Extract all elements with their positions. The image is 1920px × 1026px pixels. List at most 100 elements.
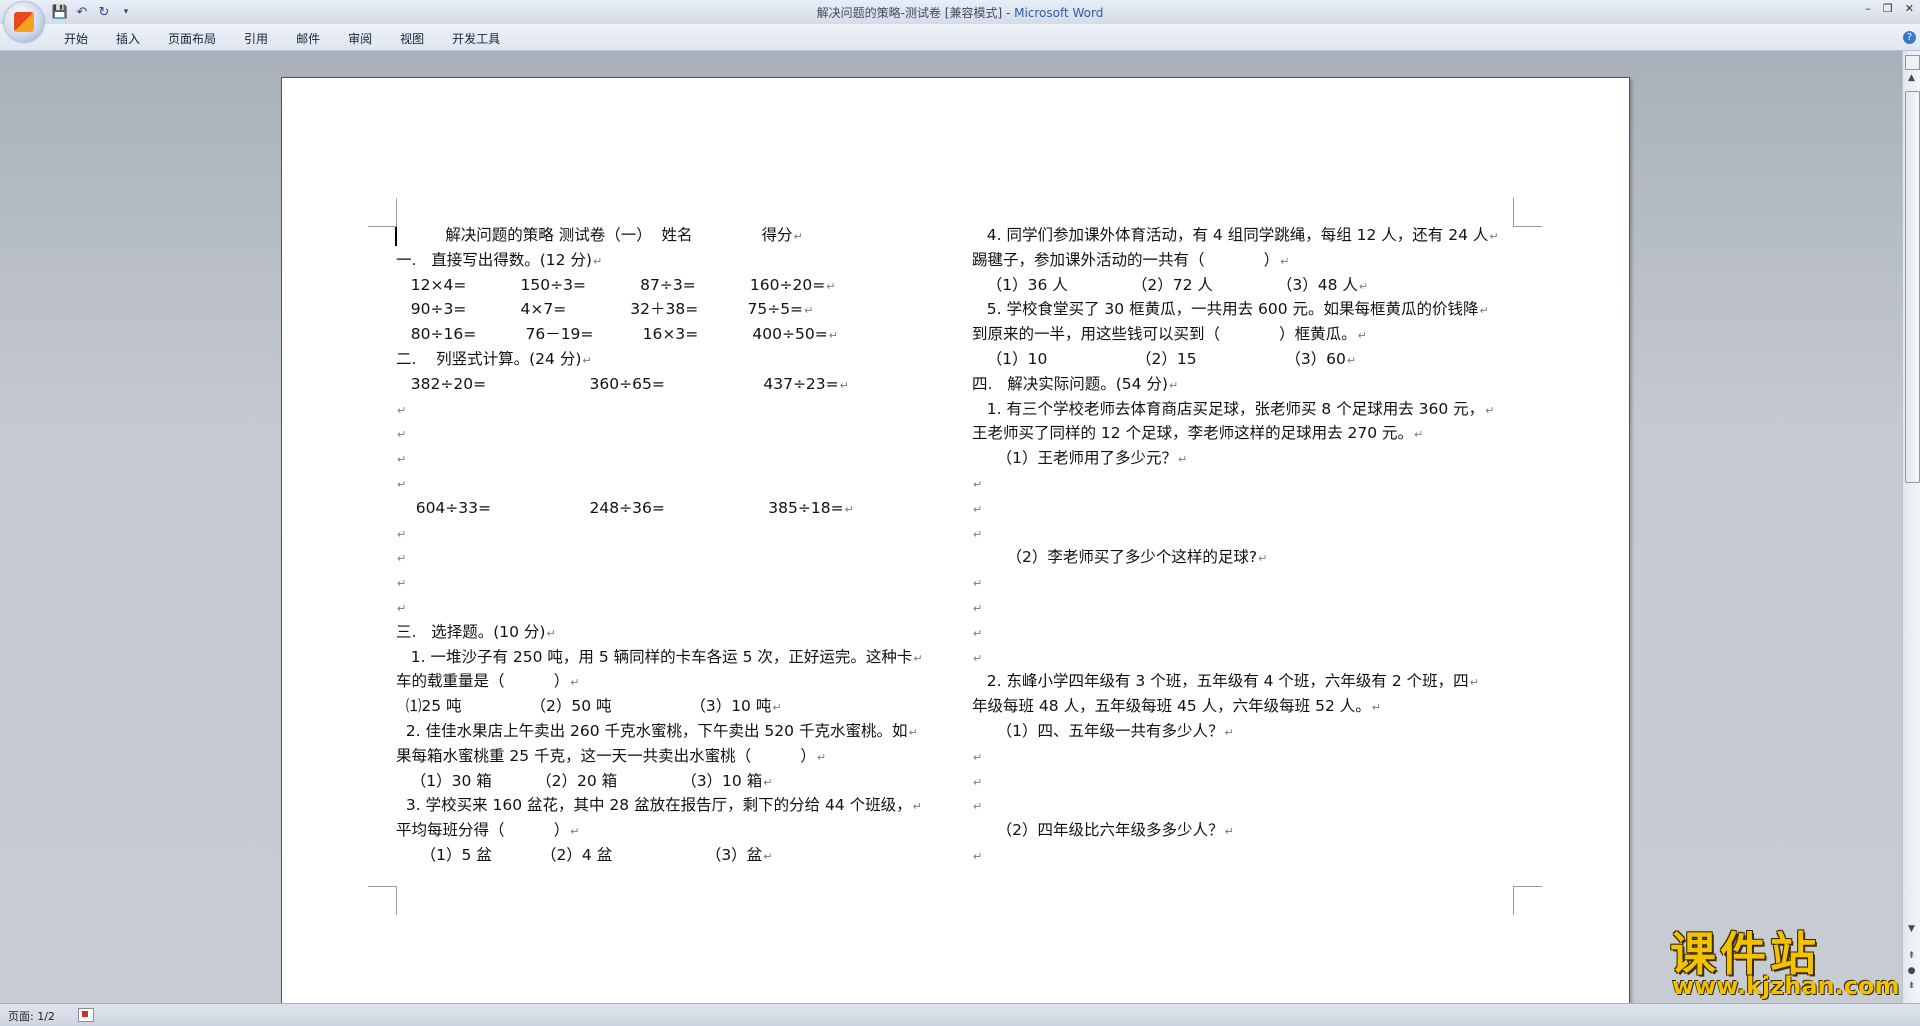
document-line[interactable]: ↵: [972, 769, 1527, 794]
document-line[interactable]: ↵: [396, 545, 951, 570]
line-text: （1）5 盆 （2）4 盆 （3）盆: [396, 845, 763, 864]
document-line[interactable]: 12×4= 150÷3= 87÷3= 160÷20=↵: [396, 273, 951, 298]
document-line[interactable]: ↵: [972, 471, 1527, 496]
document-line[interactable]: （2）李老师买了多少个这样的足球?↵: [972, 545, 1527, 570]
minimize-icon[interactable]: –: [1865, 2, 1871, 15]
document-line[interactable]: 二. 列竖式计算。(24 分)↵: [396, 347, 951, 372]
document-line[interactable]: 三. 选择题。(10 分)↵: [396, 620, 951, 645]
document-line[interactable]: ↵: [972, 843, 1527, 868]
document-line[interactable]: ↵: [972, 521, 1527, 546]
document-line[interactable]: ↵: [396, 471, 951, 496]
line-text: 二. 列竖式计算。(24 分): [396, 349, 582, 368]
tab-references[interactable]: 引用: [230, 30, 282, 47]
line-text: 四. 解决实际问题。(54 分): [972, 374, 1168, 393]
line-text: 果每箱水蜜桃重 25 千克，这一天一共卖出水蜜桃（ ）: [396, 746, 816, 765]
document-page[interactable]: 解决问题的策略 测试卷（一） 姓名 得分↵ 一. 直接写出得数。(12 分)↵ 1…: [281, 77, 1630, 1009]
document-line[interactable]: 果每箱水蜜桃重 25 千克，这一天一共卖出水蜜桃（ ）↵: [396, 744, 951, 769]
document-line[interactable]: 车的载重量是（ ）↵: [396, 669, 951, 694]
document-line[interactable]: 年级每班 48 人，五年级每班 45 人，六年级每班 52 人。↵: [972, 694, 1527, 719]
tab-mailings[interactable]: 邮件: [282, 30, 334, 47]
paragraph-mark-icon: ↵: [793, 230, 803, 243]
document-line[interactable]: ↵: [396, 446, 951, 471]
document-line[interactable]: 382÷20= 360÷65= 437÷23=↵: [396, 372, 951, 397]
tab-insert[interactable]: 插入: [102, 30, 154, 47]
document-line[interactable]: 4. 同学们参加课外体育活动，有 4 组同学跳绳，每组 12 人，还有 24 人…: [972, 223, 1527, 248]
document-line[interactable]: 80÷16= 76－19= 16×3= 400÷50=↵: [396, 322, 951, 347]
paragraph-mark-icon: ↵: [804, 304, 814, 318]
crop-mark-bottom-right: [1513, 886, 1542, 915]
document-line[interactable]: 解决问题的策略 测试卷（一） 姓名 得分↵: [396, 223, 951, 248]
line-text: （1）四、五年级一共有多少人？: [972, 721, 1224, 740]
document-line[interactable]: （1）王老师用了多少元？↵: [972, 446, 1527, 471]
document-line[interactable]: （1）36 人 （2）72 人 （3）48 人↵: [972, 273, 1527, 298]
paragraph-mark-icon: ↵: [397, 577, 407, 591]
vertical-scrollbar[interactable]: ▲ ▼ ⇞ ● ⇟: [1902, 51, 1920, 1003]
document-line[interactable]: （1）30 箱 （2）20 箱 （3）10 箱↵: [396, 769, 951, 794]
tab-review[interactable]: 审阅: [334, 30, 386, 47]
document-line[interactable]: 90÷3= 4×7= 32＋38= 75÷5=↵: [396, 297, 951, 322]
line-text: 一. 直接写出得数。(12 分): [396, 250, 592, 269]
help-icon[interactable]: ?: [1903, 31, 1916, 44]
document-line[interactable]: 王老师买了同样的 12 个足球，李老师这样的足球用去 270 元。↵: [972, 421, 1527, 446]
document-line[interactable]: 2. 佳佳水果店上午卖出 260 千克水蜜桃，下午卖出 520 千克水蜜桃。如↵: [396, 719, 951, 744]
ribbon-tabs: 开始 插入 页面布局 引用 邮件 审阅 视图 开发工具: [50, 30, 514, 47]
view-ruler-icon[interactable]: [1905, 55, 1920, 70]
document-line[interactable]: 3. 学校买来 160 盆花，其中 28 盆放在报告厅，剩下的分给 44 个班级…: [396, 793, 951, 818]
document-line[interactable]: （1）10 （2）15 （3）60↵: [972, 347, 1527, 372]
document-line[interactable]: ↵: [972, 793, 1527, 818]
document-line[interactable]: ↵: [972, 595, 1527, 620]
document-line[interactable]: 平均每班分得（ ）↵: [396, 818, 951, 843]
document-line[interactable]: 四. 解决实际问题。(54 分)↵: [972, 372, 1527, 397]
tab-view[interactable]: 视图: [386, 30, 438, 47]
paragraph-mark-icon: ↵: [570, 825, 580, 839]
document-line[interactable]: 604÷33= 248÷36= 385÷18=↵: [396, 496, 951, 521]
paragraph-mark-icon: ↵: [1178, 453, 1188, 467]
document-line[interactable]: 踢毽子，参加课外活动的一共有（ ）↵: [972, 248, 1527, 273]
line-text: 王老师买了同样的 12 个足球，李老师这样的足球用去 270 元。: [972, 424, 1414, 443]
office-button[interactable]: [4, 2, 44, 42]
document-line[interactable]: ↵: [972, 570, 1527, 595]
tab-home[interactable]: 开始: [50, 30, 102, 47]
scroll-up-icon[interactable]: ▲: [1905, 73, 1918, 87]
document-line[interactable]: ↵: [396, 521, 951, 546]
document-line[interactable]: ↵: [972, 744, 1527, 769]
paragraph-mark-icon: ↵: [1371, 701, 1381, 715]
document-line[interactable]: 一. 直接写出得数。(12 分)↵: [396, 248, 951, 273]
document-line[interactable]: （1）四、五年级一共有多少人？↵: [972, 719, 1527, 744]
document-line[interactable]: ⑴25 吨 （2）50 吨 （3）10 吨↵: [396, 694, 951, 719]
line-text: 踢毽子，参加课外活动的一共有（ ）: [972, 250, 1280, 269]
paragraph-mark-icon: ↵: [913, 651, 923, 665]
paragraph-mark-icon: ↵: [973, 651, 983, 665]
document-line[interactable]: ↵: [972, 645, 1527, 670]
document-line[interactable]: （2）四年级比六年级多多少人？↵: [972, 818, 1527, 843]
document-line[interactable]: ↵: [396, 595, 951, 620]
paragraph-mark-icon: ↵: [973, 626, 983, 640]
paragraph-mark-icon: ↵: [973, 849, 983, 863]
paragraph-mark-icon: ↵: [763, 849, 773, 863]
document-line[interactable]: 1. 有三个学校老师去体育商店买足球，张老师买 8 个足球用去 360 元，↵: [972, 397, 1527, 422]
watermark: 课件站 www.kjzhan.com: [1658, 918, 1920, 1008]
scroll-thumb[interactable]: [1905, 91, 1920, 483]
document-line[interactable]: ↵: [396, 421, 951, 446]
tab-developer[interactable]: 开发工具: [438, 30, 514, 47]
line-text: 4. 同学们参加课外体育活动，有 4 组同学跳绳，每组 12 人，还有 24 人: [972, 226, 1489, 244]
left-text-column: 解决问题的策略 测试卷（一） 姓名 得分↵ 一. 直接写出得数。(12 分)↵ 1…: [396, 223, 951, 868]
document-line[interactable]: 2. 东峰小学四年级有 3 个班，五年级有 4 个班，六年级有 2 个班，四↵: [972, 669, 1527, 694]
document-line[interactable]: ↵: [396, 397, 951, 422]
close-icon[interactable]: ✕: [1905, 2, 1914, 15]
proofing-status-icon[interactable]: [78, 1008, 94, 1022]
page-indicator[interactable]: 页面: 1/2: [8, 1008, 55, 1024]
restore-icon[interactable]: ❐: [1883, 2, 1893, 15]
document-line[interactable]: ↵: [972, 620, 1527, 645]
document-line[interactable]: 到原来的一半，用这些钱可以买到（ ）框黄瓜。↵: [972, 322, 1527, 347]
line-text: 80÷16= 76－19= 16×3= 400÷50=: [396, 325, 828, 344]
paragraph-mark-icon: ↵: [397, 453, 407, 467]
document-line[interactable]: ↵: [396, 570, 951, 595]
crop-mark-bottom-left: [368, 886, 397, 915]
tab-page-layout[interactable]: 页面布局: [154, 30, 230, 47]
document-line[interactable]: ↵: [972, 496, 1527, 521]
line-text: 2. 东峰小学四年级有 3 个班，五年级有 4 个班，六年级有 2 个班，四: [972, 672, 1469, 691]
document-line[interactable]: （1）5 盆 （2）4 盆 （3）盆↵: [396, 843, 951, 868]
document-line[interactable]: 5. 学校食堂买了 30 框黄瓜，一共用去 600 元。如果每框黄瓜的价钱降↵: [972, 297, 1527, 322]
document-line[interactable]: 1. 一堆沙子有 250 吨，用 5 辆同样的卡车各运 5 次，正好运完。这种卡…: [396, 645, 951, 670]
